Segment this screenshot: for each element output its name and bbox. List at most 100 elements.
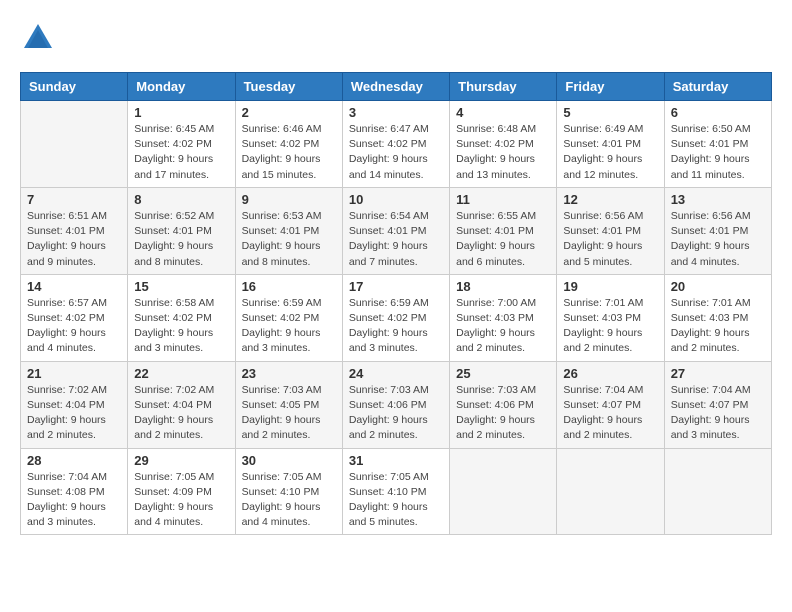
calendar-week-row: 1 Sunrise: 6:45 AM Sunset: 4:02 PM Daylig…	[21, 101, 772, 188]
calendar-day-cell: 21 Sunrise: 7:02 AM Sunset: 4:04 PM Dayli…	[21, 361, 128, 448]
day-number: 31	[349, 453, 443, 468]
page-header	[20, 20, 772, 56]
day-info: Sunrise: 6:59 AM Sunset: 4:02 PM Dayligh…	[242, 296, 336, 357]
day-info: Sunrise: 7:04 AM Sunset: 4:08 PM Dayligh…	[27, 470, 121, 531]
calendar-day-cell	[557, 448, 664, 535]
calendar-day-cell	[664, 448, 771, 535]
day-of-week-header: Saturday	[664, 73, 771, 101]
day-number: 14	[27, 279, 121, 294]
day-info: Sunrise: 6:48 AM Sunset: 4:02 PM Dayligh…	[456, 122, 550, 183]
day-number: 27	[671, 366, 765, 381]
day-info: Sunrise: 6:57 AM Sunset: 4:02 PM Dayligh…	[27, 296, 121, 357]
day-number: 7	[27, 192, 121, 207]
calendar-day-cell: 27 Sunrise: 7:04 AM Sunset: 4:07 PM Dayli…	[664, 361, 771, 448]
calendar-day-cell: 1 Sunrise: 6:45 AM Sunset: 4:02 PM Daylig…	[128, 101, 235, 188]
calendar-day-cell: 31Sunrise: 7:05 AM Sunset: 4:10 PM Dayli…	[342, 448, 449, 535]
day-info: Sunrise: 6:49 AM Sunset: 4:01 PM Dayligh…	[563, 122, 657, 183]
day-number: 28	[27, 453, 121, 468]
day-info: Sunrise: 6:56 AM Sunset: 4:01 PM Dayligh…	[563, 209, 657, 270]
calendar-table: SundayMondayTuesdayWednesdayThursdayFrid…	[20, 72, 772, 535]
day-info: Sunrise: 7:05 AM Sunset: 4:09 PM Dayligh…	[134, 470, 228, 531]
day-info: Sunrise: 7:04 AM Sunset: 4:07 PM Dayligh…	[563, 383, 657, 444]
day-info: Sunrise: 6:56 AM Sunset: 4:01 PM Dayligh…	[671, 209, 765, 270]
calendar-day-cell: 15 Sunrise: 6:58 AM Sunset: 4:02 PM Dayli…	[128, 274, 235, 361]
day-number: 30	[242, 453, 336, 468]
day-number: 17	[349, 279, 443, 294]
calendar-week-row: 21 Sunrise: 7:02 AM Sunset: 4:04 PM Dayli…	[21, 361, 772, 448]
calendar-day-cell: 5 Sunrise: 6:49 AM Sunset: 4:01 PM Daylig…	[557, 101, 664, 188]
calendar-day-cell: 13 Sunrise: 6:56 AM Sunset: 4:01 PM Dayli…	[664, 187, 771, 274]
calendar-header-row: SundayMondayTuesdayWednesdayThursdayFrid…	[21, 73, 772, 101]
calendar-day-cell: 18 Sunrise: 7:00 AM Sunset: 4:03 PM Dayli…	[450, 274, 557, 361]
day-of-week-header: Tuesday	[235, 73, 342, 101]
calendar-week-row: 14 Sunrise: 6:57 AM Sunset: 4:02 PM Dayli…	[21, 274, 772, 361]
calendar-day-cell: 17 Sunrise: 6:59 AM Sunset: 4:02 PM Dayli…	[342, 274, 449, 361]
logo-icon	[20, 20, 56, 56]
day-number: 29	[134, 453, 228, 468]
calendar-day-cell: 24 Sunrise: 7:03 AM Sunset: 4:06 PM Dayli…	[342, 361, 449, 448]
day-number: 16	[242, 279, 336, 294]
calendar-day-cell: 19 Sunrise: 7:01 AM Sunset: 4:03 PM Dayli…	[557, 274, 664, 361]
day-info: Sunrise: 6:53 AM Sunset: 4:01 PM Dayligh…	[242, 209, 336, 270]
day-info: Sunrise: 7:03 AM Sunset: 4:06 PM Dayligh…	[349, 383, 443, 444]
day-info: Sunrise: 6:59 AM Sunset: 4:02 PM Dayligh…	[349, 296, 443, 357]
day-of-week-header: Thursday	[450, 73, 557, 101]
day-number: 25	[456, 366, 550, 381]
calendar-day-cell: 22 Sunrise: 7:02 AM Sunset: 4:04 PM Dayli…	[128, 361, 235, 448]
day-of-week-header: Wednesday	[342, 73, 449, 101]
day-number: 23	[242, 366, 336, 381]
day-number: 22	[134, 366, 228, 381]
logo	[20, 20, 62, 56]
day-info: Sunrise: 6:58 AM Sunset: 4:02 PM Dayligh…	[134, 296, 228, 357]
calendar-day-cell: 30 Sunrise: 7:05 AM Sunset: 4:10 PM Dayli…	[235, 448, 342, 535]
day-info: Sunrise: 7:04 AM Sunset: 4:07 PM Dayligh…	[671, 383, 765, 444]
day-number: 2	[242, 105, 336, 120]
day-number: 26	[563, 366, 657, 381]
day-of-week-header: Sunday	[21, 73, 128, 101]
calendar-day-cell: 29 Sunrise: 7:05 AM Sunset: 4:09 PM Dayli…	[128, 448, 235, 535]
day-number: 4	[456, 105, 550, 120]
calendar-day-cell	[450, 448, 557, 535]
day-info: Sunrise: 6:45 AM Sunset: 4:02 PM Dayligh…	[134, 122, 228, 183]
day-number: 19	[563, 279, 657, 294]
day-info: Sunrise: 6:46 AM Sunset: 4:02 PM Dayligh…	[242, 122, 336, 183]
day-number: 5	[563, 105, 657, 120]
day-info: Sunrise: 7:00 AM Sunset: 4:03 PM Dayligh…	[456, 296, 550, 357]
calendar-day-cell: 25 Sunrise: 7:03 AM Sunset: 4:06 PM Dayli…	[450, 361, 557, 448]
day-info: Sunrise: 6:54 AM Sunset: 4:01 PM Dayligh…	[349, 209, 443, 270]
day-number: 11	[456, 192, 550, 207]
day-number: 24	[349, 366, 443, 381]
calendar-day-cell: 12 Sunrise: 6:56 AM Sunset: 4:01 PM Dayli…	[557, 187, 664, 274]
calendar-day-cell: 20 Sunrise: 7:01 AM Sunset: 4:03 PM Dayli…	[664, 274, 771, 361]
calendar-day-cell: 2 Sunrise: 6:46 AM Sunset: 4:02 PM Daylig…	[235, 101, 342, 188]
calendar-day-cell	[21, 101, 128, 188]
calendar-day-cell: 16 Sunrise: 6:59 AM Sunset: 4:02 PM Dayli…	[235, 274, 342, 361]
calendar-day-cell: 10Sunrise: 6:54 AM Sunset: 4:01 PM Dayli…	[342, 187, 449, 274]
calendar-day-cell: 8Sunrise: 6:52 AM Sunset: 4:01 PM Daylig…	[128, 187, 235, 274]
day-info: Sunrise: 7:05 AM Sunset: 4:10 PM Dayligh…	[242, 470, 336, 531]
day-of-week-header: Friday	[557, 73, 664, 101]
day-info: Sunrise: 7:02 AM Sunset: 4:04 PM Dayligh…	[27, 383, 121, 444]
day-info: Sunrise: 7:03 AM Sunset: 4:06 PM Dayligh…	[456, 383, 550, 444]
day-info: Sunrise: 7:01 AM Sunset: 4:03 PM Dayligh…	[671, 296, 765, 357]
day-number: 8	[134, 192, 228, 207]
day-info: Sunrise: 7:03 AM Sunset: 4:05 PM Dayligh…	[242, 383, 336, 444]
day-number: 12	[563, 192, 657, 207]
calendar-day-cell: 11 Sunrise: 6:55 AM Sunset: 4:01 PM Dayli…	[450, 187, 557, 274]
calendar-day-cell: 9Sunrise: 6:53 AM Sunset: 4:01 PM Daylig…	[235, 187, 342, 274]
day-number: 1	[134, 105, 228, 120]
day-number: 15	[134, 279, 228, 294]
day-number: 18	[456, 279, 550, 294]
calendar-day-cell: 3Sunrise: 6:47 AM Sunset: 4:02 PM Daylig…	[342, 101, 449, 188]
day-info: Sunrise: 7:01 AM Sunset: 4:03 PM Dayligh…	[563, 296, 657, 357]
calendar-day-cell: 28 Sunrise: 7:04 AM Sunset: 4:08 PM Dayli…	[21, 448, 128, 535]
day-number: 20	[671, 279, 765, 294]
day-of-week-header: Monday	[128, 73, 235, 101]
day-info: Sunrise: 6:47 AM Sunset: 4:02 PM Dayligh…	[349, 122, 443, 183]
calendar-day-cell: 14 Sunrise: 6:57 AM Sunset: 4:02 PM Dayli…	[21, 274, 128, 361]
day-info: Sunrise: 7:02 AM Sunset: 4:04 PM Dayligh…	[134, 383, 228, 444]
day-number: 21	[27, 366, 121, 381]
day-info: Sunrise: 6:55 AM Sunset: 4:01 PM Dayligh…	[456, 209, 550, 270]
day-number: 13	[671, 192, 765, 207]
day-number: 6	[671, 105, 765, 120]
